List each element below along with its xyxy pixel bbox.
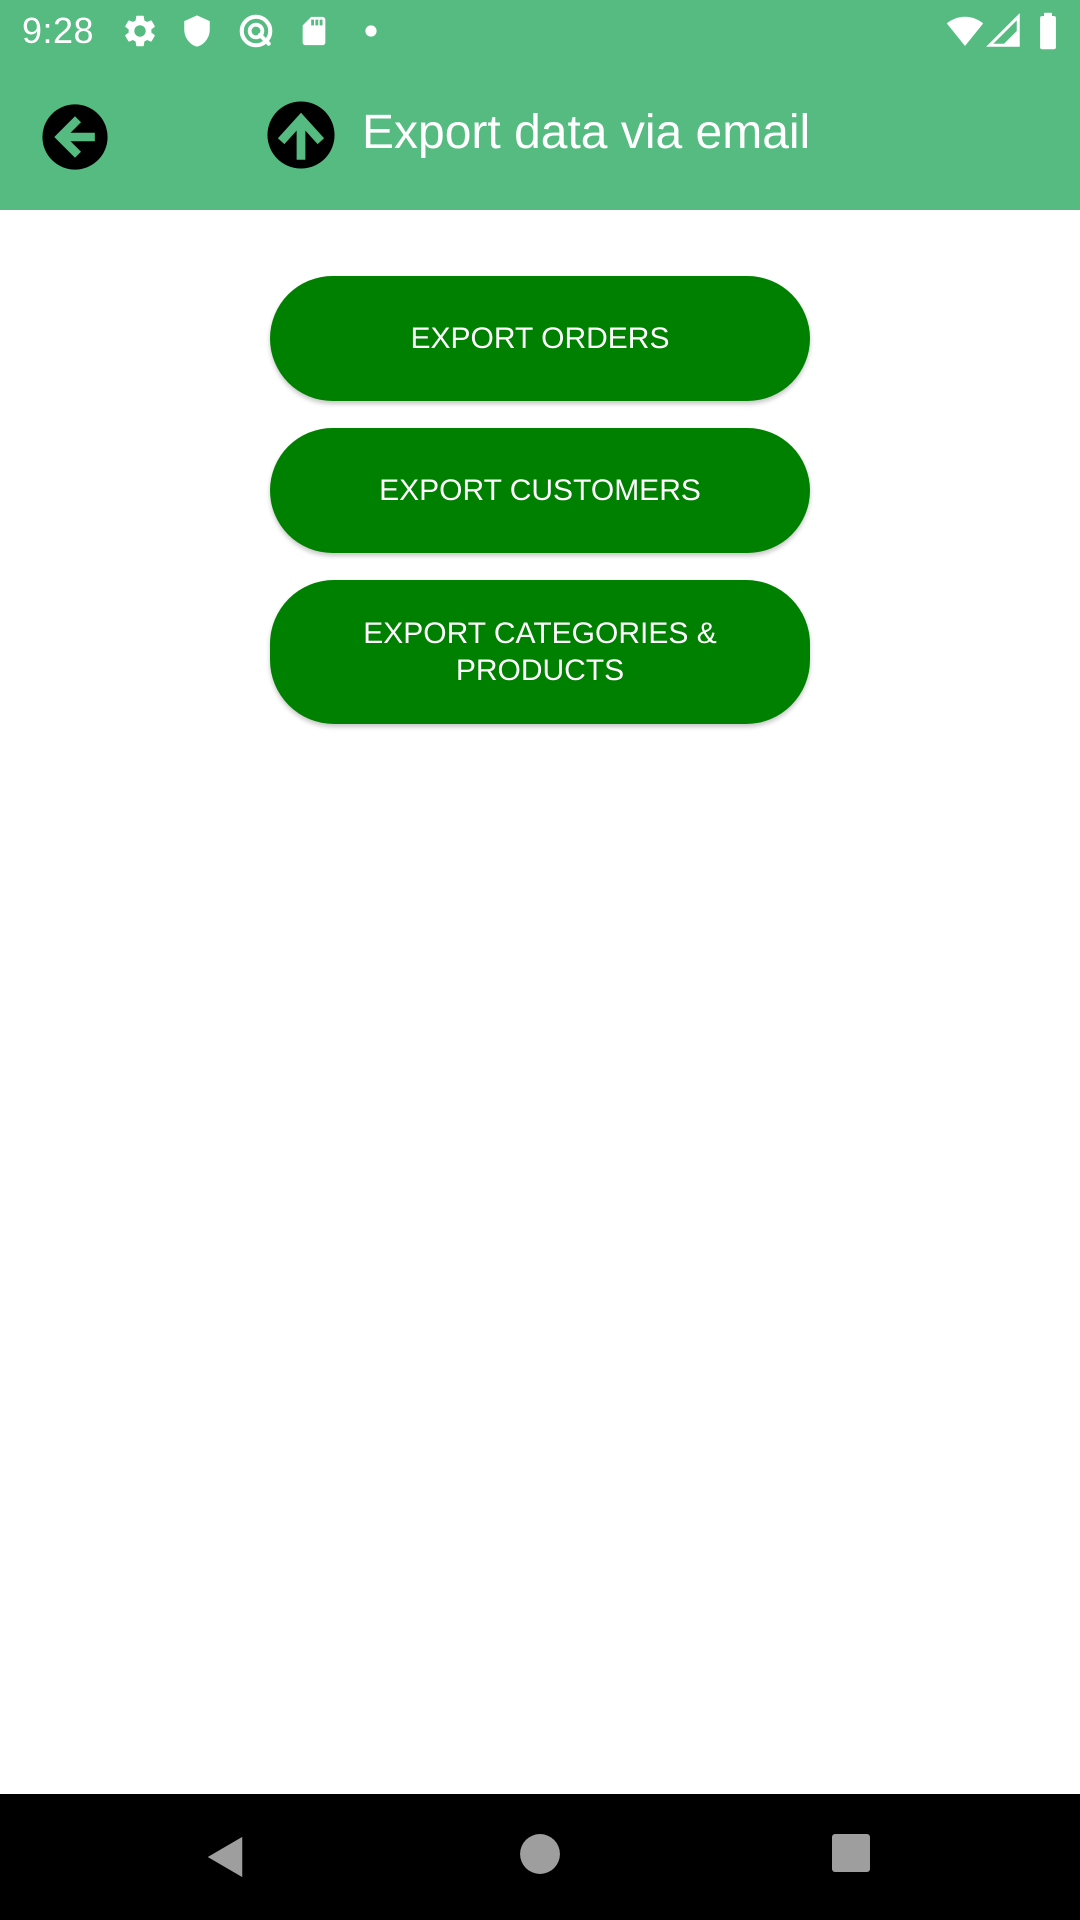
- signal-icon: [986, 13, 1020, 47]
- arrow-up-circle-icon: [267, 101, 335, 169]
- recents-square-icon[interactable]: [831, 1832, 871, 1874]
- main-content: EXPORT ORDERS EXPORT CUSTOMERS EXPORT CA…: [0, 210, 1080, 1794]
- dot-icon: [365, 25, 377, 37]
- arrow-left-circle-icon: [42, 104, 108, 170]
- export-customers-button[interactable]: EXPORT CUSTOMERS: [270, 428, 810, 553]
- status-bar: 9:28: [0, 0, 1080, 63]
- sd-card-icon: [302, 16, 326, 46]
- system-nav-bar: [0, 1794, 1080, 1920]
- sync-icon: [239, 14, 273, 48]
- gear-icon: [125, 15, 155, 47]
- export-orders-button[interactable]: EXPORT ORDERS: [270, 276, 810, 401]
- shield-icon: [184, 15, 210, 47]
- home-circle-icon[interactable]: [519, 1833, 561, 1875]
- back-triangle-icon[interactable]: [203, 1834, 247, 1880]
- page-title: Export data via email: [362, 106, 811, 159]
- app-bar: Export data via email: [0, 63, 1080, 210]
- export-categories-products-button[interactable]: EXPORT CATEGORIES & PRODUCTS: [270, 580, 810, 724]
- back-button[interactable]: [35, 97, 115, 177]
- battery-icon: [1040, 12, 1056, 50]
- wifi-icon: [946, 16, 984, 47]
- status-time: 9:28: [22, 10, 95, 51]
